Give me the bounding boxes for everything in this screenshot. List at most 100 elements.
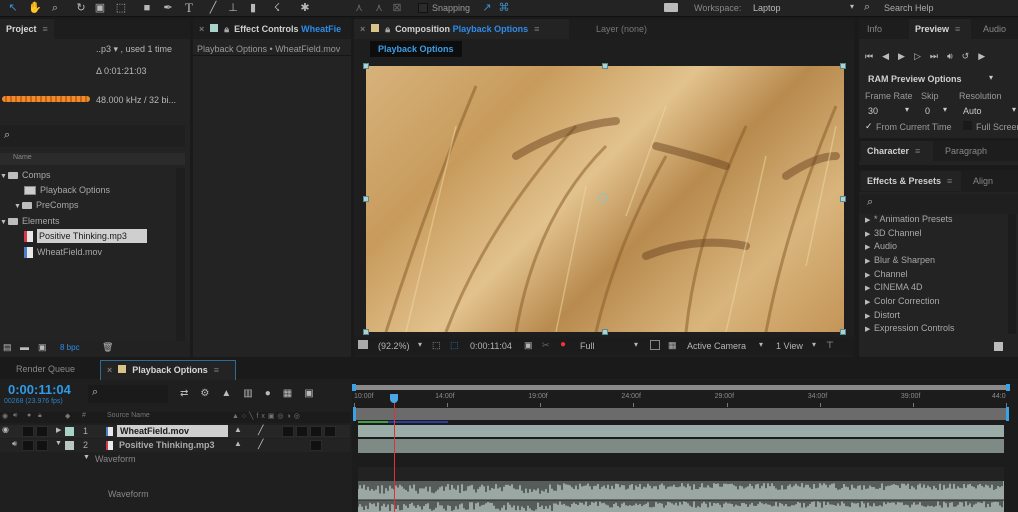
interpret-footage-icon[interactable]: ▤ [3,342,12,353]
lock-icon[interactable]: 🔒︎ [385,24,390,34]
expand-icon[interactable]: ▶ [865,214,874,227]
show-snapshot-icon[interactable]: ✂ [542,340,550,351]
close-icon[interactable]: × [199,24,204,34]
first-frame-icon[interactable]: ⏮︎ [865,51,882,61]
navigator-end-handle[interactable] [1006,384,1010,391]
audio-column-icon[interactable]: 🔊︎ [13,412,17,420]
skip-dropdown-icon[interactable]: ▾ [943,105,947,114]
waveform-group[interactable]: Waveform [95,454,136,464]
transform-handle[interactable] [363,329,369,335]
play-icon[interactable]: ▶ [898,51,914,61]
work-area-bar[interactable] [355,408,1008,420]
resolution-value[interactable]: Full [580,341,595,351]
shy-layers-icon[interactable]: ▲ [221,388,243,399]
puppet-pin-tool-icon[interactable]: ✱ [298,1,312,15]
anchor-point-icon[interactable] [598,193,608,203]
eraser-tool-icon[interactable]: ▮ [246,1,260,15]
bpc-button[interactable]: 8 bpc [60,343,80,352]
workspace-dropdown-icon[interactable]: ▾ [850,2,854,11]
lock-icon[interactable]: 🔒︎ [224,24,229,34]
panel-menu-icon[interactable]: ≡ [43,24,48,34]
label-column-icon[interactable]: ◆ [65,412,70,420]
work-area-end[interactable] [1006,407,1009,421]
trash-icon[interactable]: 🗑︎ [102,342,113,353]
time-navigator-bar[interactable] [354,385,1010,390]
zoom-tool-icon[interactable]: ⌕ [48,1,62,15]
tree-item-positive-thinking[interactable]: Positive Thinking.mp3 [24,229,176,243]
type-tool-icon[interactable]: T [182,1,196,15]
panel-menu-icon[interactable]: ≡ [534,24,539,34]
frame-blending-icon[interactable]: ▥ [243,388,264,399]
transform-handle[interactable] [840,329,846,335]
magnification-value[interactable]: (92.2%) [378,341,410,351]
fx-category[interactable]: ▶ Blur & Sharpen [865,254,935,267]
toggle-pixel-aspect-icon[interactable]: ⊤ [826,340,834,351]
transform-handle[interactable] [363,63,369,69]
tab-audio[interactable]: Audio [977,19,1012,39]
project-scrollbar[interactable] [176,168,185,343]
expand-icon[interactable]: ▼ [0,216,8,230]
time-ruler[interactable]: 10:00f 14:00f 19:00f 24:00f 29:00f 34:00f 39:0… [352,392,1012,408]
expand-icon[interactable]: ▶ [865,241,874,254]
expand-icon[interactable]: ▼ [0,170,8,184]
label-color-swatch[interactable] [65,427,74,436]
view-layout-value[interactable]: 1 View [776,341,803,351]
tab-playback-options[interactable]: × Playback Options ≡ [100,360,236,380]
quality-switch-icon[interactable]: ╱ [258,425,263,436]
frame-rate-dropdown-icon[interactable]: ▾ [905,105,909,114]
mute-audio-icon[interactable]: 🔊︎ [947,51,962,61]
resolution-dropdown-icon[interactable]: ▾ [1012,105,1016,114]
tab-effect-controls[interactable]: × 🔒︎ Effect Controls WheatFie [193,19,351,39]
visibility-column-icon[interactable]: ◉ [2,412,8,420]
new-preset-icon[interactable] [994,342,1003,351]
close-icon[interactable]: × [360,24,365,34]
expand-icon[interactable]: ▼ [14,200,22,214]
comp-navigator-chip[interactable]: Playback Options [370,41,462,57]
collapse-icon[interactable]: ▼ [55,440,62,447]
search-help-input[interactable]: Search Help [884,3,934,13]
composition-mini-flowchart-icon[interactable]: ⇄ [180,388,200,399]
expand-icon[interactable]: ▶ [865,255,874,268]
axis-world-icon[interactable]: ⋏ [372,1,386,15]
clone-stamp-tool-icon[interactable]: ⊥ [226,1,240,15]
resolution-select[interactable]: Auto [963,106,982,116]
tree-folder-comps[interactable]: ▼ Comps [0,168,51,182]
layer-name[interactable]: Positive Thinking.mp3 [119,440,215,450]
fx-category[interactable]: ▶ Channel [865,268,908,281]
workspace-value[interactable]: Laptop [753,3,781,13]
selection-tool-icon[interactable]: ↖ [6,1,20,15]
tab-paragraph[interactable]: Paragraph [939,141,993,161]
tab-composition[interactable]: × 🔒︎ Composition Playback Options ≡ [354,19,569,39]
frame-rate-select[interactable]: 30 [868,106,878,116]
quality-switch-icon[interactable]: ╱ [258,439,263,450]
transform-handle[interactable] [840,196,846,202]
audio-icon[interactable]: 🔊︎ [12,439,17,449]
previous-frame-icon[interactable]: ◀ [882,51,898,61]
graph-editor-icon[interactable]: ▦ [283,388,304,399]
tab-info[interactable]: Info [861,19,888,39]
expand-icon[interactable]: ▶ [56,426,61,434]
channel-icon[interactable]: ● [560,339,566,350]
pan-behind-tool-icon[interactable]: ⬚ [114,1,128,15]
loop-icon[interactable]: ↺ [962,51,979,61]
from-current-time-checkbox[interactable]: ✓ [865,121,873,132]
tree-item-playback-options[interactable]: Playback Options [24,183,110,197]
draft-3d-icon[interactable]: ⚙ [200,388,221,399]
close-icon[interactable]: × [107,365,112,375]
navigator-start-handle[interactable] [352,384,356,391]
tab-preview[interactable]: Preview ≡ [909,19,971,39]
fx-category[interactable]: ▶ Color Correction [865,295,940,308]
tab-layer[interactable]: Layer (none) [590,19,653,39]
last-frame-icon[interactable]: ⏭︎ [930,51,947,61]
full-screen-checkbox[interactable] [963,121,972,130]
layer-bar-wheatfield[interactable] [358,425,1004,437]
hand-tool-icon[interactable]: ✋ [28,1,42,15]
snap-features-icon[interactable]: ⌘ [497,1,511,15]
brush-tool-icon[interactable]: ╱ [206,1,220,15]
visibility-icon[interactable]: ◉ [2,425,9,434]
skip-select[interactable]: 0 [925,106,930,116]
column-name[interactable]: Name [13,154,32,161]
tab-effects-presets[interactable]: Effects & Presets ≡ [861,171,961,191]
next-frame-icon[interactable]: ▷ [914,51,930,61]
new-folder-icon[interactable]: ▬ [20,342,29,352]
